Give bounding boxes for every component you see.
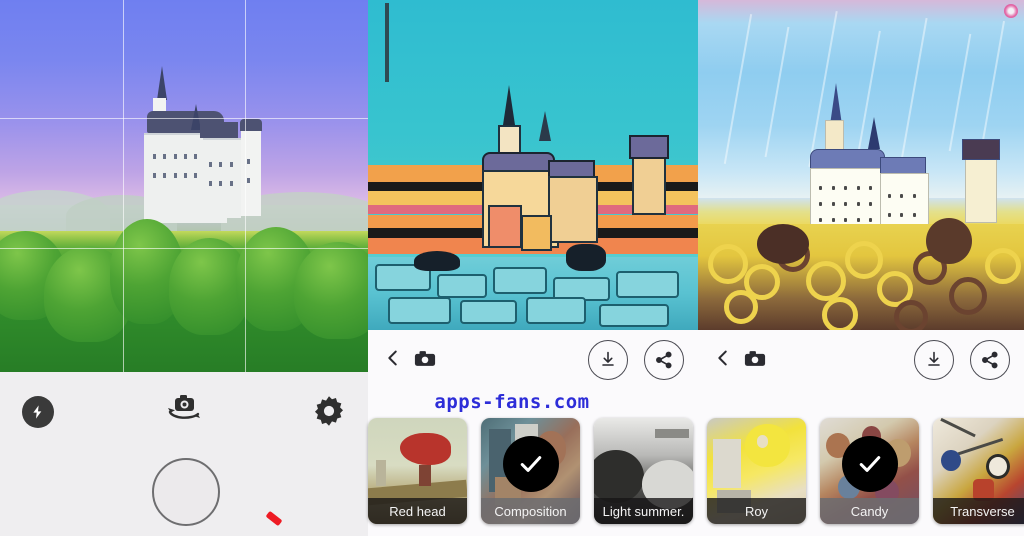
castle-window — [163, 154, 167, 159]
camera-panel — [0, 0, 368, 536]
castle-window — [209, 162, 212, 168]
castle-window — [153, 172, 157, 178]
castle-window — [247, 178, 251, 184]
download-icon[interactable] — [588, 340, 628, 380]
side-tower — [632, 151, 666, 216]
castle-roof — [200, 121, 239, 138]
castle-window — [229, 162, 233, 168]
result-toolbar-vangogh — [698, 330, 1024, 386]
share-icon[interactable] — [970, 340, 1010, 380]
dark-rock — [566, 244, 606, 271]
castle-spire — [157, 66, 168, 101]
castle-illustration — [460, 85, 612, 257]
castle-window — [183, 172, 187, 178]
filter-thumbnail-label: Transverse — [933, 498, 1024, 524]
filter-thumbnail-red-head[interactable]: Red head — [368, 418, 467, 524]
dark-foliage — [926, 217, 972, 264]
filter-thumbnail-list[interactable]: Red head Composition Light summer. Roy Candy… — [368, 418, 1024, 524]
filter-thumbnail-composition[interactable]: Composition — [481, 418, 580, 524]
castle-spire — [502, 85, 515, 126]
castle-window — [163, 172, 167, 178]
check-icon — [841, 436, 898, 492]
castle-spire — [539, 111, 552, 142]
filter-thumbnail-light-summer[interactable]: Light summer. — [594, 418, 693, 524]
castle-window — [153, 154, 157, 159]
castle-illustration — [118, 66, 265, 234]
filter-thumbnail-label: Roy — [707, 498, 806, 524]
filter-thumbnail-transverse[interactable]: Transverse — [933, 418, 1024, 524]
castle-spire — [867, 117, 880, 150]
check-icon — [502, 436, 559, 492]
foliage-swirl — [821, 297, 858, 330]
grid-line-vertical — [245, 0, 246, 372]
castle-window — [209, 180, 212, 186]
dark-foliage — [756, 224, 809, 264]
castle-wing — [548, 175, 598, 243]
castle-roof — [239, 119, 262, 132]
side-tower-roof — [962, 138, 1000, 161]
toolbar-right-group — [914, 340, 1010, 380]
filter-thumbnail-label: Composition — [481, 498, 580, 524]
grid-line-horizontal — [0, 248, 368, 249]
filter-thumbnail-label: Red head — [368, 498, 467, 524]
castle-lower-block — [487, 204, 523, 249]
side-tower — [965, 155, 997, 224]
styled-preview-vangogh[interactable] — [698, 0, 1024, 330]
rock-shape — [615, 270, 679, 298]
rock-shape — [387, 297, 452, 325]
foliage-swirl — [707, 244, 748, 285]
castle-window — [229, 180, 233, 186]
camera-icon[interactable] — [414, 350, 436, 367]
castle-window — [173, 172, 177, 178]
castle-lower-block — [521, 215, 553, 251]
viewfinder-preview[interactable] — [0, 0, 368, 372]
foliage-swirl — [893, 300, 928, 330]
dark-rock — [414, 250, 461, 271]
rock-shape — [437, 273, 488, 298]
chevron-left-icon[interactable] — [382, 347, 404, 369]
foliage-swirl — [984, 247, 1021, 284]
antenna-pole — [384, 3, 389, 83]
corner-marker — [1004, 4, 1018, 18]
castle-window — [219, 162, 223, 168]
style-filter-strip[interactable]: Red head Composition Light summer. Roy Candy… — [368, 418, 1024, 536]
filter-thumbnail-label: Candy — [820, 498, 919, 524]
castle-spire — [829, 83, 842, 126]
grid-line-horizontal — [0, 118, 368, 119]
tree-cluster — [294, 241, 368, 339]
rock-shape — [460, 300, 518, 325]
grid-line-vertical — [123, 0, 124, 372]
result-toolbar-cartoon — [368, 330, 698, 386]
rock-shape — [526, 297, 587, 325]
filter-thumbnail-candy[interactable]: Candy — [820, 418, 919, 524]
filter-thumbnail-roy[interactable]: Roy — [707, 418, 806, 524]
castle-window — [219, 180, 223, 186]
side-tower-roof — [628, 135, 669, 160]
foliage-swirl — [805, 260, 846, 301]
castle-window — [173, 154, 177, 159]
castle-window — [194, 154, 198, 159]
download-icon[interactable] — [914, 340, 954, 380]
toolbar-right-group — [588, 340, 684, 380]
chevron-left-icon[interactable] — [712, 347, 734, 369]
filter-thumbnail-label: Light summer. — [594, 498, 693, 524]
castle-wing — [203, 137, 242, 218]
camera-icon[interactable] — [744, 350, 766, 367]
shutter-button[interactable] — [152, 458, 220, 526]
share-icon[interactable] — [644, 340, 684, 380]
toolbar-left-group — [382, 347, 436, 369]
rock-shape — [599, 303, 669, 328]
rock-shape — [493, 267, 547, 295]
toolbar-left-group — [712, 347, 766, 369]
foliage-swirl — [949, 277, 988, 316]
app-screenshot: Red head Composition Light summer. Roy Candy… — [0, 0, 1024, 536]
castle-window — [194, 172, 198, 178]
styled-preview-cartoon[interactable] — [368, 0, 698, 330]
castle-window — [247, 159, 251, 165]
site-watermark: apps-fans.com — [434, 391, 590, 413]
castle-window — [183, 154, 187, 159]
foliage-swirl — [844, 240, 883, 279]
